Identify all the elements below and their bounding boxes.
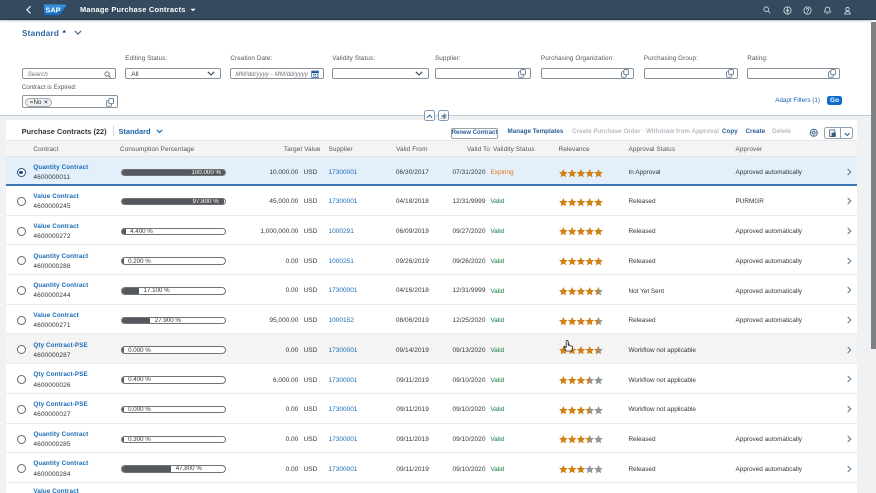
svg-text:SAP: SAP — [45, 6, 60, 15]
